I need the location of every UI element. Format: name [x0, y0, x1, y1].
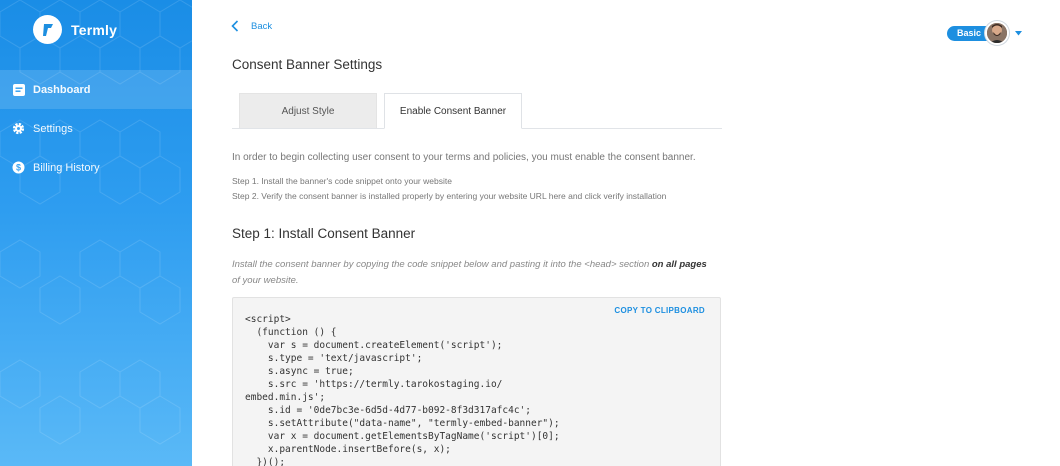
- caret-down-icon[interactable]: [1015, 30, 1023, 36]
- sidebar: Termly Dashboard Settings $ Billing Hist…: [0, 0, 192, 466]
- dashboard-icon: [12, 83, 25, 96]
- code-snippet[interactable]: <script> (function () { var s = document…: [245, 313, 560, 466]
- avatar[interactable]: [985, 21, 1010, 45]
- back-link[interactable]: Back: [231, 20, 272, 32]
- tab-adjust-style[interactable]: Adjust Style: [239, 93, 377, 128]
- gear-icon: [12, 122, 25, 135]
- tab-enable-consent-banner[interactable]: Enable Consent Banner: [384, 93, 522, 129]
- hint-text-end: of your website.: [232, 275, 299, 286]
- sidebar-item-dashboard[interactable]: Dashboard: [0, 70, 192, 109]
- sidebar-item-settings[interactable]: Settings: [0, 109, 192, 148]
- sidebar-item-billing-history[interactable]: $ Billing History: [0, 148, 192, 187]
- code-snippet-box: COPY TO CLIPBOARD <script> (function () …: [232, 297, 721, 466]
- sidebar-item-label: Billing History: [33, 161, 100, 174]
- back-label: Back: [251, 20, 273, 32]
- section-title: Step 1: Install Consent Banner: [232, 226, 416, 241]
- termly-logo-icon: [33, 15, 62, 44]
- hint-text: Install the consent banner by copying th…: [232, 259, 652, 270]
- chevron-left-icon: [231, 20, 239, 32]
- copy-to-clipboard-button[interactable]: COPY TO CLIPBOARD: [614, 306, 705, 315]
- step-2-text: Step 2. Verify the consent banner is ins…: [232, 191, 667, 201]
- sidebar-item-label: Dashboard: [33, 83, 91, 96]
- page-title: Consent Banner Settings: [232, 57, 383, 72]
- account-menu[interactable]: Basic: [947, 21, 1023, 45]
- sidebar-nav: Dashboard Settings $ Billing History: [0, 70, 192, 187]
- hint-emphasis: on all pages: [651, 259, 707, 270]
- step-1-text: Step 1. Install the banner's code snippe…: [232, 176, 452, 186]
- install-hint: Install the consent banner by copying th…: [232, 257, 712, 289]
- svg-text:$: $: [16, 163, 21, 173]
- settings-tabs: Adjust Style Enable Consent Banner: [232, 93, 722, 129]
- intro-text: In order to begin collecting user consen…: [232, 152, 696, 163]
- dollar-icon: $: [12, 161, 25, 174]
- brand-name: Termly: [71, 21, 118, 38]
- brand[interactable]: Termly: [33, 15, 117, 44]
- sidebar-item-label: Settings: [33, 122, 73, 135]
